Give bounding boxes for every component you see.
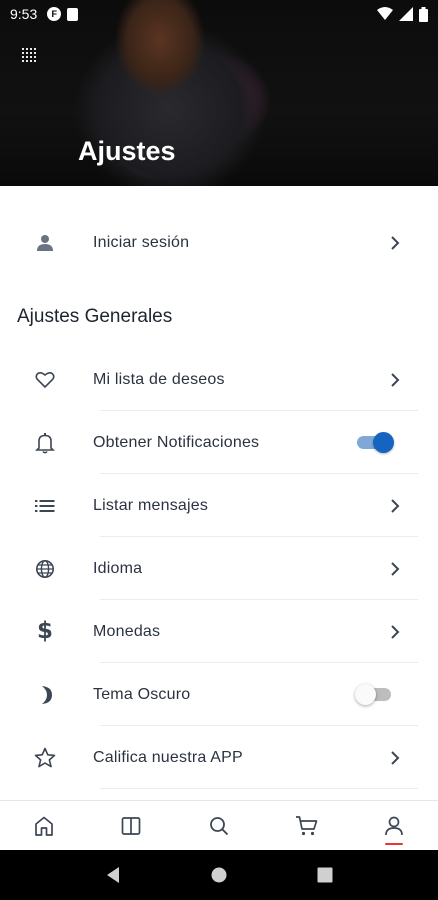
messages-row[interactable]: Listar mensajes — [0, 474, 438, 537]
cart-icon — [295, 815, 317, 835]
home-icon — [34, 816, 53, 836]
notifications-row: Obtener Notificaciones — [0, 411, 438, 474]
section-title: Ajustes Generales — [17, 306, 173, 327]
system-nav-bar — [0, 850, 438, 900]
chevron-right-icon — [391, 561, 400, 576]
chevron-right-icon — [391, 372, 400, 387]
home-circle-icon[interactable] — [211, 867, 227, 883]
app-notification-icon: F — [47, 7, 62, 21]
globe-icon — [33, 557, 57, 581]
star-icon — [33, 746, 57, 770]
rate-app-label: Califica nuestra APP — [93, 748, 243, 766]
status-bar: 9:53 F — [0, 0, 438, 28]
rate-app-row[interactable]: Califica nuestra APP — [0, 726, 438, 789]
nav-cart[interactable] — [263, 801, 351, 850]
moon-icon — [33, 683, 57, 707]
dark-theme-label: Tema Oscuro — [93, 685, 191, 703]
search-icon — [210, 816, 229, 835]
page-title: Ajustes — [78, 136, 176, 166]
messages-label: Listar mensajes — [93, 496, 209, 514]
currency-row[interactable]: $ Monedas — [0, 600, 438, 663]
toggle-knob — [373, 432, 394, 453]
list-icon — [33, 494, 57, 518]
book-icon — [122, 816, 141, 835]
wishlist-label: Mi lista de deseos — [93, 370, 225, 388]
nav-search[interactable] — [175, 801, 263, 850]
bell-icon — [33, 431, 57, 455]
chevron-right-icon — [391, 498, 400, 513]
language-row[interactable]: Idioma — [0, 537, 438, 600]
battery-icon — [419, 6, 428, 22]
wishlist-row[interactable]: Mi lista de deseos — [0, 348, 438, 411]
language-label: Idioma — [93, 559, 143, 577]
nav-categories[interactable] — [88, 801, 176, 850]
sd-card-icon — [67, 7, 79, 21]
notifications-toggle[interactable] — [355, 431, 394, 453]
divider — [100, 788, 418, 789]
chevron-right-icon — [391, 750, 400, 765]
dollar-icon: $ — [36, 618, 53, 644]
profile-icon — [385, 816, 404, 835]
login-row[interactable]: Iniciar sesión — [0, 211, 438, 274]
status-time: 9:53 — [10, 6, 38, 22]
wifi-icon — [377, 7, 393, 20]
back-icon[interactable] — [105, 866, 121, 884]
dark-theme-toggle[interactable] — [355, 683, 393, 705]
heart-icon — [33, 368, 57, 392]
bottom-nav — [0, 800, 438, 850]
currency-label: Monedas — [93, 622, 161, 640]
nav-home[interactable] — [0, 801, 88, 850]
chevron-right-icon — [391, 235, 400, 250]
grid-menu-icon[interactable] — [20, 46, 40, 66]
signal-icon — [399, 7, 413, 21]
active-tab-indicator — [385, 843, 404, 845]
toggle-knob — [355, 684, 376, 705]
dark-theme-row: Tema Oscuro — [0, 663, 438, 726]
header-banner: 9:53 F Ajustes — [0, 0, 438, 186]
person-icon — [33, 231, 57, 255]
login-label: Iniciar sesión — [93, 233, 190, 251]
nav-profile[interactable] — [350, 801, 438, 850]
notifications-label: Obtener Notificaciones — [93, 433, 260, 451]
recents-icon[interactable] — [317, 867, 333, 883]
chevron-right-icon — [391, 624, 400, 639]
